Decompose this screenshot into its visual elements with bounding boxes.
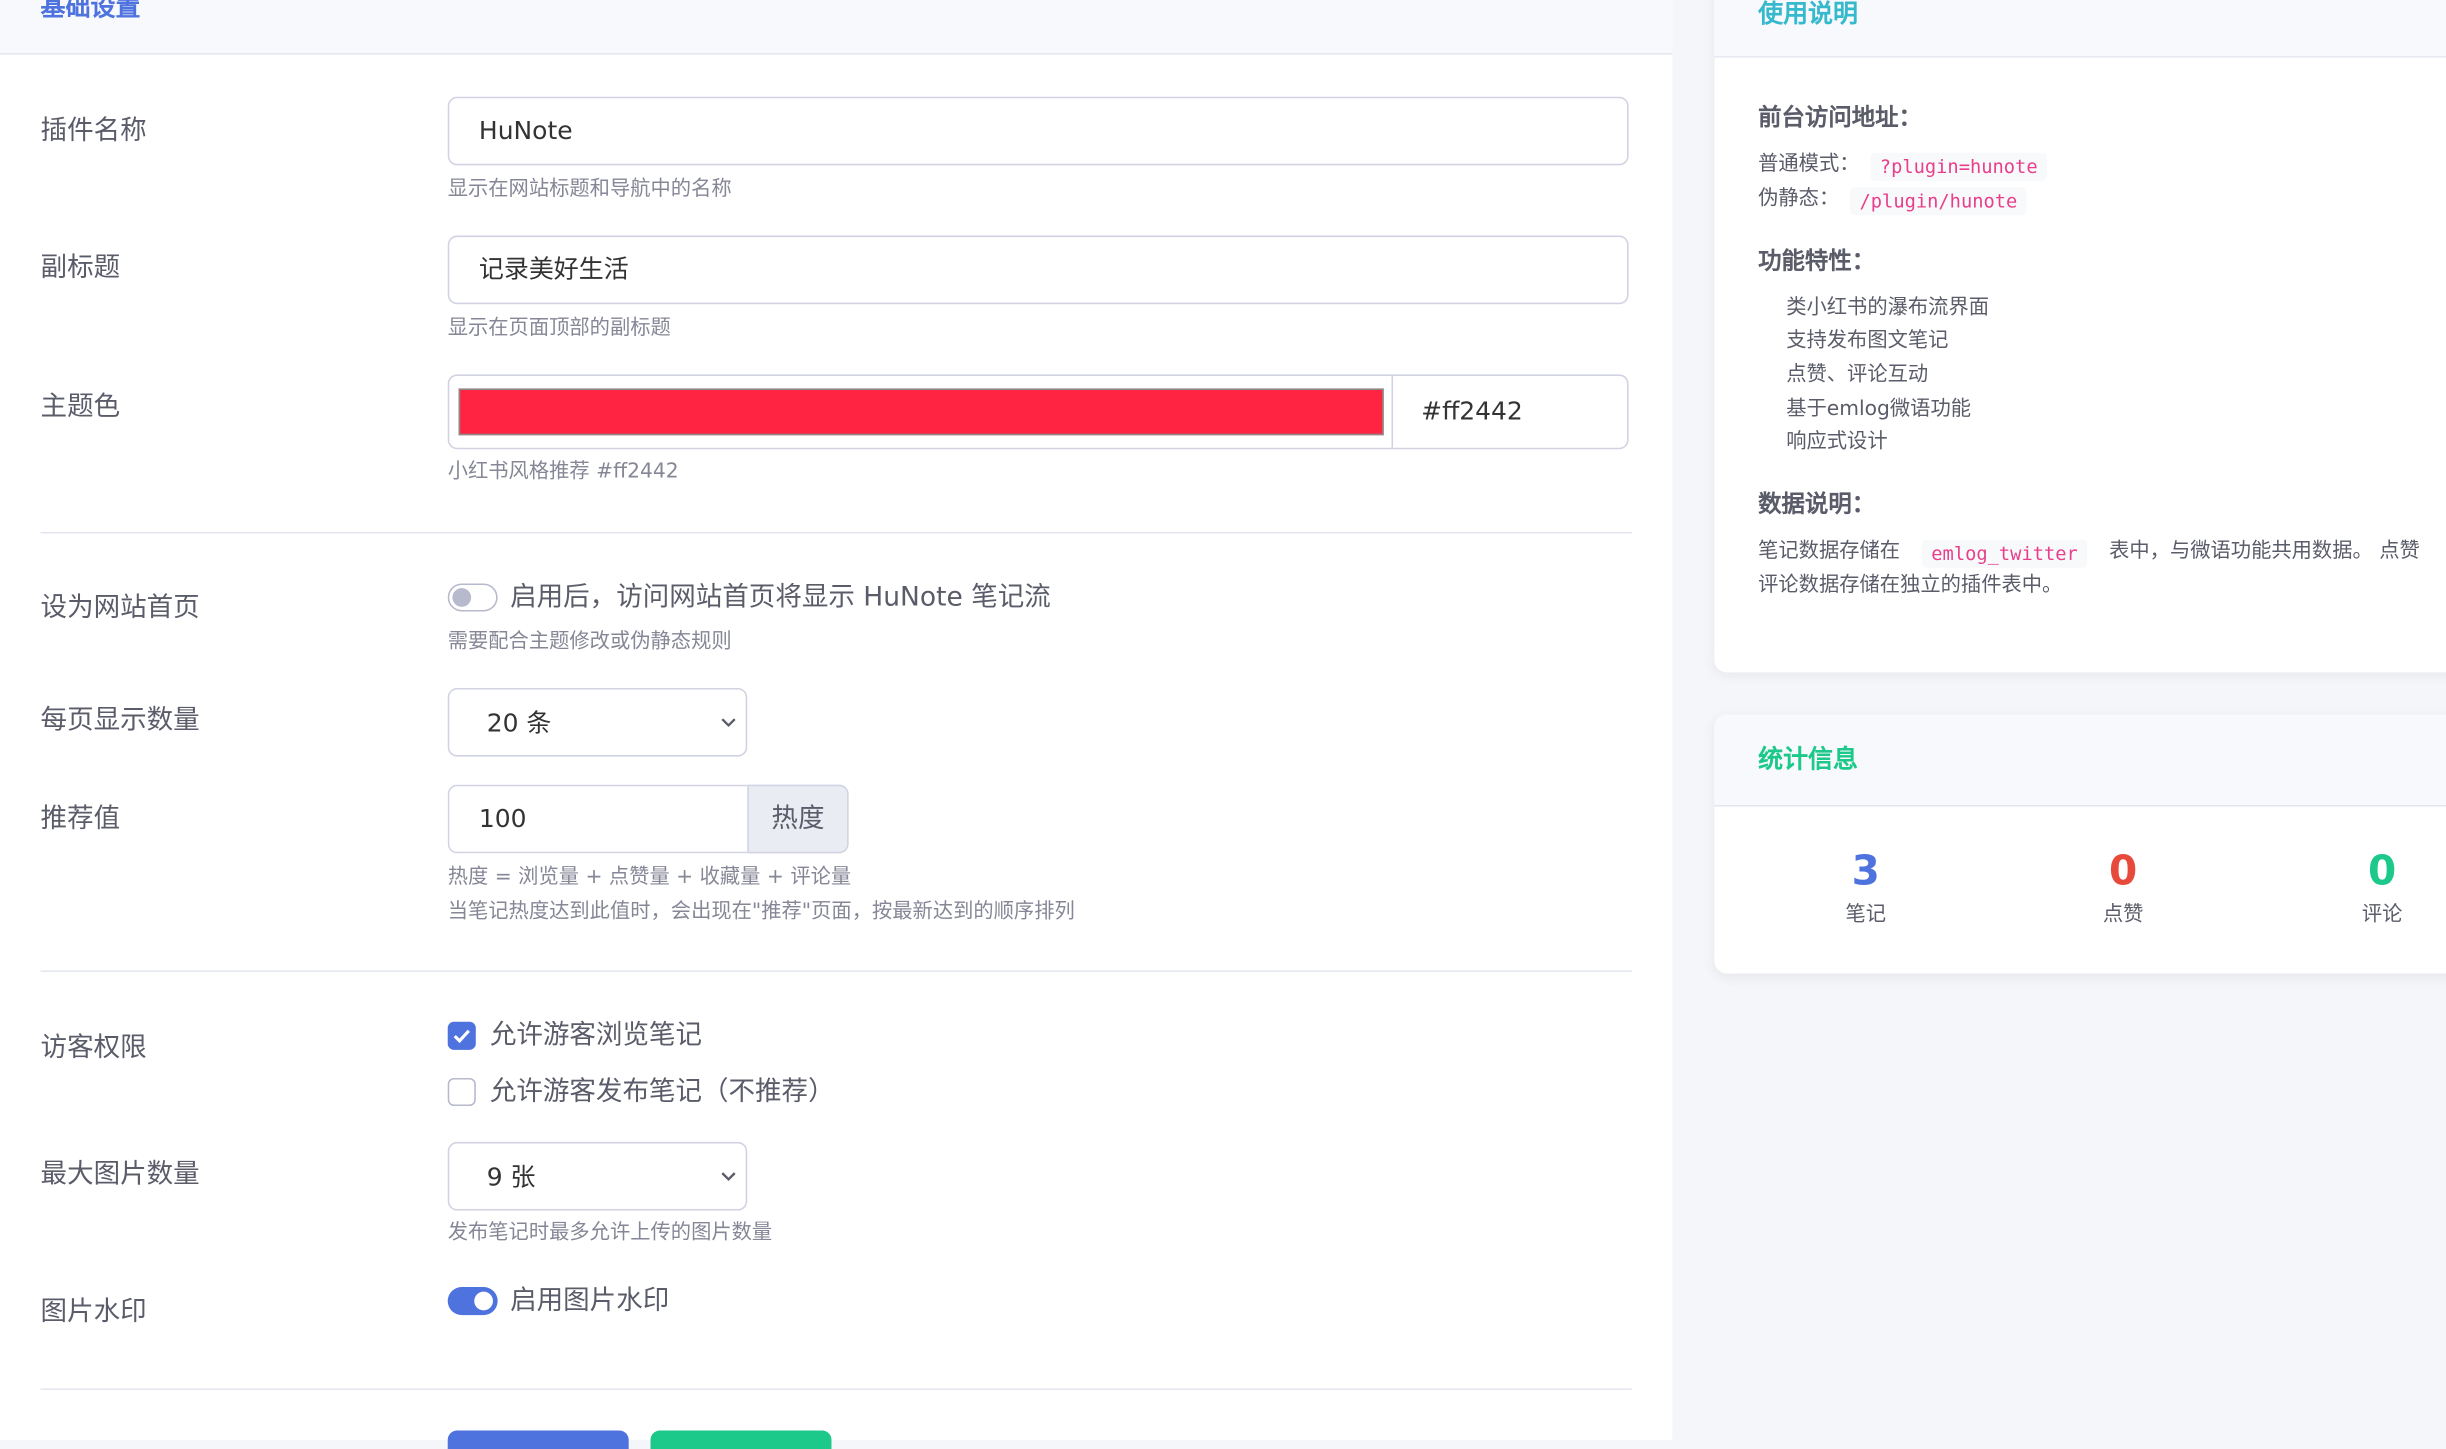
toggle-knob xyxy=(452,588,472,607)
data-heading: 数据说明： xyxy=(1758,489,1876,518)
check-icon xyxy=(453,1029,470,1044)
feature-item: 支持发布图文笔记 xyxy=(1786,329,1949,353)
usage-card-header: 使用说明 xyxy=(1714,0,2446,58)
stat-notes-label: 笔记 xyxy=(1845,903,1887,927)
max-images-select[interactable]: 9 张 xyxy=(447,1141,748,1211)
features-heading: 功能特性： xyxy=(1758,246,1876,275)
divider xyxy=(40,970,1632,972)
theme-color-picker[interactable] xyxy=(458,388,1384,436)
subtitle-label: 副标题 xyxy=(40,252,121,284)
usage-title: 使用说明 xyxy=(1758,0,1858,29)
recommend-label: 推荐值 xyxy=(40,803,121,835)
toggle-knob xyxy=(474,1291,493,1311)
data-text: 评论数据存储在独立的插件表中。 xyxy=(1758,574,2063,598)
color-divider xyxy=(1391,375,1394,448)
plugin-name-label: 插件名称 xyxy=(40,115,147,147)
theme-color-input[interactable]: #ff2442 xyxy=(1421,395,1523,429)
plugin-name-help: 显示在网站标题和导航中的名称 xyxy=(447,177,732,202)
stats-card-header: 统计信息 xyxy=(1714,714,2446,807)
access-heading: 前台访问地址： xyxy=(1758,102,1922,132)
usage-card: 使用说明 xyxy=(1714,0,2446,673)
per-page-label: 每页显示数量 xyxy=(40,705,200,737)
stat-likes-label: 点赞 xyxy=(2102,903,2144,927)
guest-label: 访客权限 xyxy=(40,1032,147,1064)
feature-item: 类小红书的瀑布流界面 xyxy=(1786,296,1990,320)
watermark-label: 图片水印 xyxy=(40,1296,147,1328)
max-images-value: 9 张 xyxy=(486,1162,536,1192)
divider xyxy=(40,531,1632,534)
theme-color-help: 小红书风格推荐 #ff2442 xyxy=(447,460,679,484)
guest-post-label: 允许游客发布笔记（不推荐） xyxy=(489,1076,835,1108)
stats-title: 统计信息 xyxy=(1758,744,1858,774)
watermark-toggle-label: 启用图片水印 xyxy=(510,1285,670,1317)
rewrite-mode-label: 伪静态： xyxy=(1758,187,1840,211)
data-text: 笔记数据存储在 xyxy=(1758,539,1901,564)
settings-panel: 基础设置 插件名称 HuNote 显示在网站标题和导航中的名称 副标题 记录美好… xyxy=(0,0,1673,1449)
data-table-name: emlog_twitter xyxy=(1921,539,2088,568)
guest-browse-checkbox[interactable] xyxy=(447,1021,476,1050)
data-text: 表中，与微语功能共用数据。 点赞 xyxy=(2109,539,2420,564)
subtitle-input[interactable]: 记录美好生活 xyxy=(447,235,1629,305)
rewrite-mode-url: /plugin/hunote xyxy=(1850,187,2027,216)
normal-mode-url: ?plugin=hunote xyxy=(1870,152,2047,181)
homepage-help: 需要配合主题修改或伪静态规则 xyxy=(447,630,732,654)
recommend-help-formula: 热度 = 浏览量 + 点赞量 + 收藏量 + 评论量 xyxy=(447,865,852,890)
divider xyxy=(40,1388,1632,1390)
settings-title: 基础设置 xyxy=(40,0,141,22)
theme-color-group: #ff2442 xyxy=(447,374,1629,450)
per-page-select[interactable]: 20 条 xyxy=(447,687,748,757)
watermark-toggle[interactable] xyxy=(447,1287,498,1316)
settings-header: 基础设置 xyxy=(0,0,1673,55)
max-images-help: 发布笔记时最多允许上传的图片数量 xyxy=(447,1221,773,1245)
guest-browse-label: 允许游客浏览笔记 xyxy=(489,1020,702,1052)
recommend-help-desc: 当笔记热度达到此值时，会出现在"推荐"页面，按最新达到的顺序排列 xyxy=(447,900,1075,924)
recommend-input[interactable]: 100 xyxy=(447,784,748,854)
homepage-label: 设为网站首页 xyxy=(40,592,200,624)
subtitle-help: 显示在页面顶部的副标题 xyxy=(447,316,671,341)
stat-likes-count: 0 xyxy=(2109,848,2138,896)
stat-notes-count: 3 xyxy=(1851,848,1880,896)
per-page-value: 20 条 xyxy=(486,708,552,738)
feature-item: 响应式设计 xyxy=(1786,430,1888,454)
recommend-input-group: 100 热度 xyxy=(447,784,849,854)
feature-item: 基于emlog微语功能 xyxy=(1786,397,1972,422)
recommend-addon: 热度 xyxy=(747,784,849,854)
chevron-down-icon xyxy=(721,1172,736,1182)
stats-card: 统计信息 xyxy=(1714,714,2446,974)
feature-item: 点赞、评论互动 xyxy=(1786,363,1929,387)
max-images-label: 最大图片数量 xyxy=(40,1159,200,1191)
theme-color-label: 主题色 xyxy=(40,391,121,423)
stat-comments-label: 评论 xyxy=(2361,903,2403,927)
homepage-toggle[interactable] xyxy=(447,583,498,612)
guest-post-checkbox[interactable] xyxy=(447,1077,476,1107)
plugin-name-input[interactable]: HuNote xyxy=(447,96,1629,166)
homepage-toggle-label: 启用后，访问网站首页将显示 HuNote 笔记流 xyxy=(510,581,1051,614)
chevron-down-icon xyxy=(721,718,736,728)
normal-mode-label: 普通模式： xyxy=(1758,152,1860,177)
stat-comments-count: 0 xyxy=(2368,848,2397,896)
